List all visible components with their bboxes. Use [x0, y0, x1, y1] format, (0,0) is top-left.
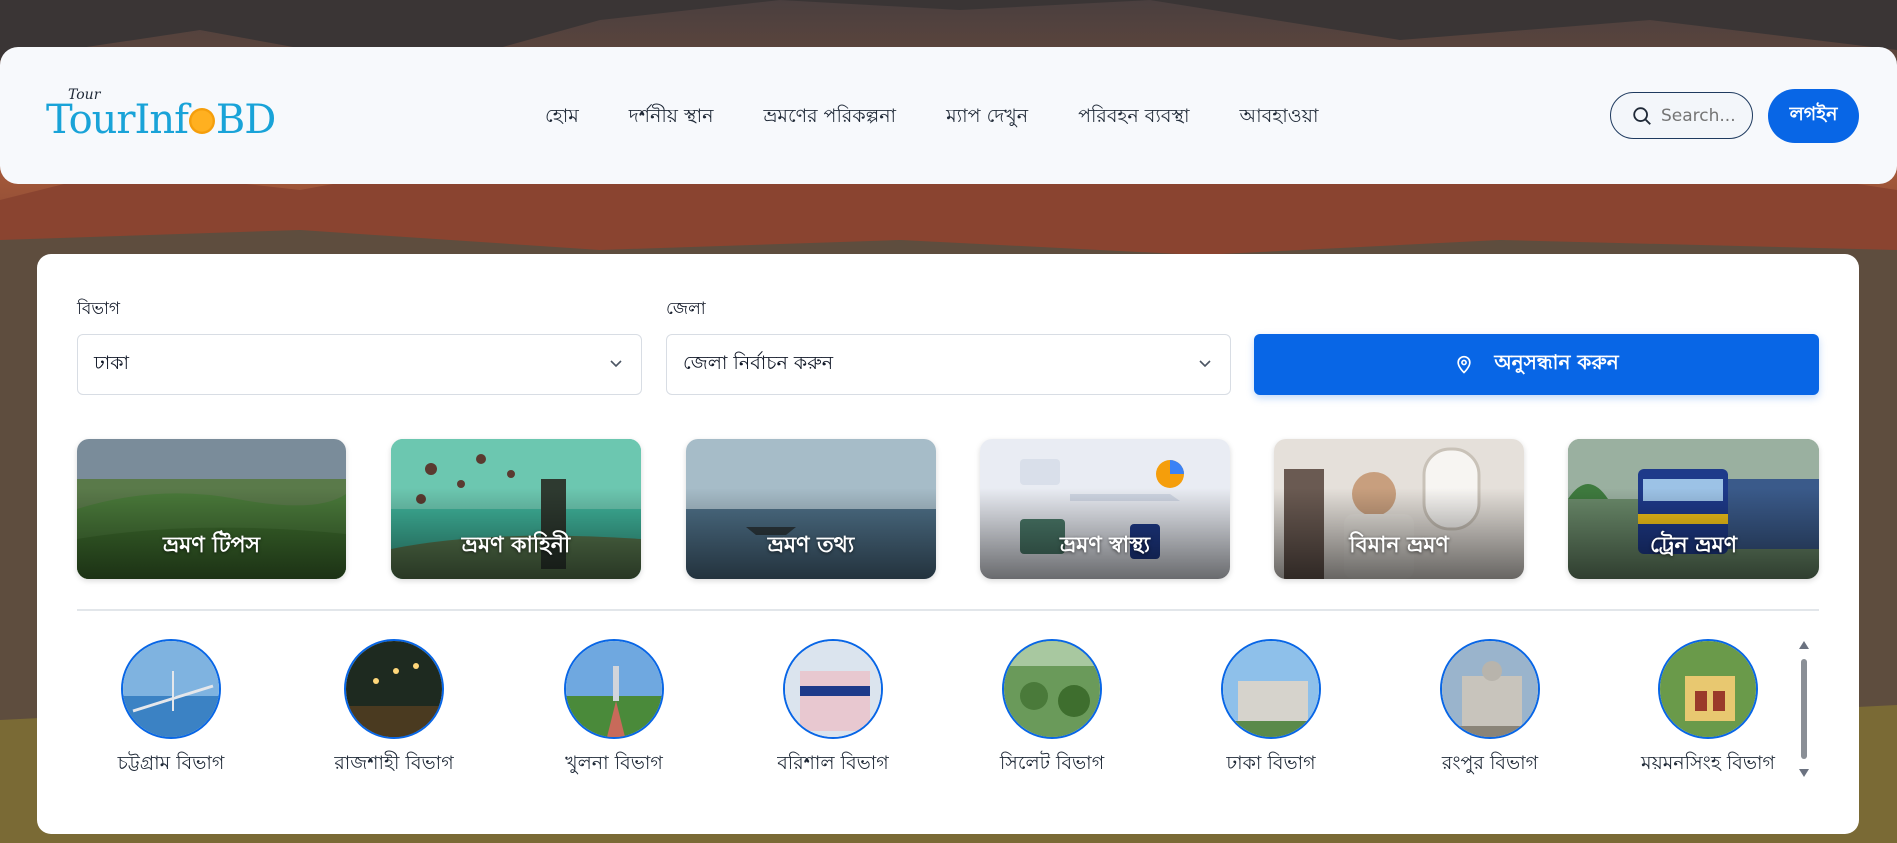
division-select[interactable]: ঢাকা — [77, 334, 642, 395]
division-name: সিলেট বিভাগ — [999, 752, 1105, 774]
category-travel-stories[interactable]: ভ্রমণ কাহিনী — [391, 439, 641, 579]
nav-weather[interactable]: আবহাওয়া — [1240, 102, 1319, 134]
category-travel-tips[interactable]: ভ্রমণ টিপস — [77, 439, 346, 579]
category-label: ভ্রমণ স্বাস্থ্য — [1059, 533, 1151, 558]
division-image — [1440, 639, 1540, 739]
division-image — [1002, 639, 1102, 739]
division-name: বরিশাল বিভাগ — [777, 752, 889, 774]
category-travel-health[interactable]: ভ্রমণ স্বাস্থ্য — [980, 439, 1230, 579]
location-pin-icon — [1457, 355, 1472, 374]
section-divider — [77, 609, 1819, 611]
district-label: জেলা — [666, 299, 706, 319]
logo-text: TourInf BD — [46, 97, 276, 143]
nav-transport[interactable]: পরিবহন ব্যবস্থা — [1078, 102, 1189, 134]
nav-attractions[interactable]: দর্শনীয় স্থান — [629, 102, 714, 134]
category-label: ভ্রমণ কাহিনী — [461, 533, 571, 558]
category-label: ভ্রমণ তথ্য — [767, 533, 855, 558]
division-label: বিভাগ — [77, 299, 121, 319]
division-select-value: ঢাকা — [94, 351, 130, 374]
division-name: চট্টগ্রাম বিভাগ — [117, 752, 225, 774]
division-image — [1221, 639, 1321, 739]
division-image — [121, 639, 221, 739]
division-barishal[interactable]: বরিশাল বিভাগ — [733, 639, 933, 781]
division-khulna[interactable]: খুলনা বিভাগ — [514, 639, 714, 781]
division-name: রংপুর বিভাগ — [1441, 752, 1539, 774]
search-icon — [1633, 106, 1651, 125]
division-chittagong[interactable]: চট্টগ্রাম বিভাগ — [71, 639, 271, 781]
chevron-down-icon — [1199, 360, 1211, 368]
category-label: বিমান ভ্রমণ — [1349, 533, 1449, 558]
division-name: ময়মনসিংহ বিভাগ — [1641, 752, 1775, 774]
nav-view-map[interactable]: ম্যাপ দেখুন — [946, 102, 1028, 134]
header-search[interactable] — [1610, 92, 1753, 139]
category-label: ট্রেন ভ্রমণ — [1649, 533, 1738, 558]
search-submit-button[interactable]: অনুসন্ধান করুন — [1254, 334, 1819, 395]
district-select[interactable]: জেলা নির্বাচন করুন — [666, 334, 1231, 395]
division-image — [564, 639, 664, 739]
district-select-value: জেলা নির্বাচন করুন — [683, 351, 834, 374]
division-rangpur[interactable]: রংপুর বিভাগ — [1390, 639, 1590, 781]
site-logo[interactable]: Tour TourInf BD — [46, 87, 276, 147]
division-image — [344, 639, 444, 739]
division-image — [783, 639, 883, 739]
division-name: রাজশাহী বিভাগ — [334, 752, 454, 774]
chevron-down-icon — [610, 360, 622, 368]
category-train-travel[interactable]: ট্রেন ভ্রমণ — [1568, 439, 1819, 579]
category-label: ভ্রমণ টিপস — [162, 533, 261, 558]
site-header: Tour TourInf BD হোম দর্শনীয় স্থান ভ্রমণে… — [0, 47, 1897, 184]
division-name: খুলনা বিভাগ — [565, 752, 663, 774]
category-travel-info[interactable]: ভ্রমণ তথ্য — [686, 439, 936, 579]
nav-home[interactable]: হোম — [545, 102, 579, 134]
division-mymensingh[interactable]: ময়মনসিংহ বিভাগ — [1608, 639, 1808, 781]
division-sylhet[interactable]: সিলেট বিভাগ — [952, 639, 1152, 781]
division-image — [1658, 639, 1758, 739]
search-button-label: অনুসন্ধান করুন — [1494, 350, 1619, 374]
division-rajshahi[interactable]: রাজশাহী বিভাগ — [294, 639, 494, 781]
sun-icon — [188, 108, 215, 134]
division-name: ঢাকা বিভাগ — [1226, 752, 1316, 774]
main-nav: হোম দর্শনীয় স্থান ভ্রমণের পরিকল্পনা ম্য… — [545, 102, 1368, 134]
division-dhaka[interactable]: ঢাকা বিভাগ — [1171, 639, 1371, 781]
division-scrollbar[interactable] — [1797, 639, 1811, 779]
nav-trip-planning[interactable]: ভ্রমণের পরিকল্পনা — [763, 102, 896, 134]
category-air-travel[interactable]: বিমান ভ্রমণ — [1274, 439, 1524, 579]
login-button[interactable]: লগইন — [1768, 89, 1859, 143]
search-card: বিভাগ ঢাকা জেলা জেলা নির্বাচন করুন অনুসন… — [37, 254, 1859, 834]
search-input[interactable] — [1661, 105, 1751, 126]
